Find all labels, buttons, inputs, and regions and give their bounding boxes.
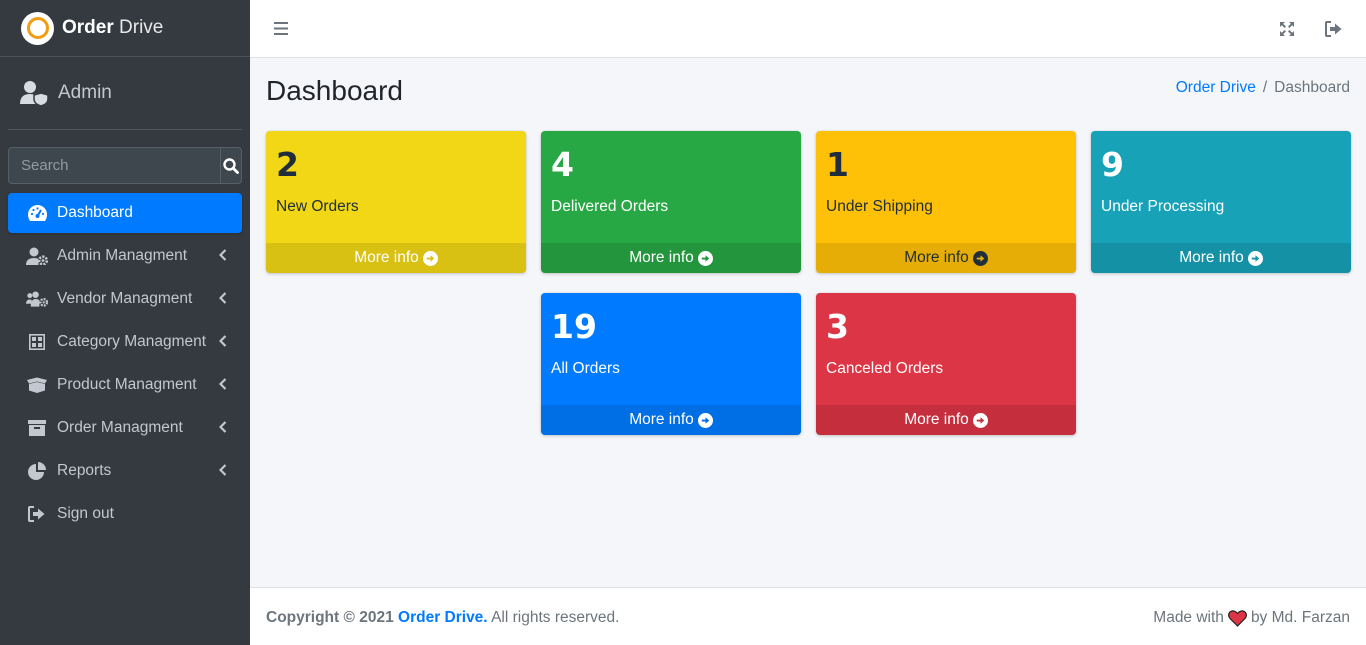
search-button[interactable] (220, 147, 242, 184)
brand-logo (21, 11, 54, 45)
sidebar-item-category-managment[interactable]: Category Managment (8, 322, 242, 362)
sidebar-item-label: Vendor Managment (57, 290, 193, 307)
more-info-link[interactable]: More info (541, 405, 801, 435)
sidebar-item-label: Dashboard (57, 204, 133, 221)
sign-out-icon (26, 504, 48, 524)
more-info-label: More info (904, 249, 969, 266)
breadcrumb-home-link[interactable]: Order Drive (1176, 79, 1256, 96)
sidebar-item-label: Category Managment (57, 333, 207, 350)
sidebar-item-reports[interactable]: Reports (8, 451, 242, 491)
more-info-link[interactable]: More info (816, 243, 1076, 273)
box-label: Delivered Orders (551, 198, 669, 215)
breadcrumb-current: Dashboard (1274, 79, 1350, 96)
box-label: New Orders (276, 198, 359, 215)
small-box-canceled-orders: 3 Canceled Orders More info (816, 293, 1076, 435)
rights-text: All rights reserved. (491, 609, 620, 626)
sidebar: Order Drive Admin Dashboard (0, 0, 250, 645)
small-box-delivered-orders: 4 Delivered Orders More info (541, 131, 801, 273)
sidebar-search (8, 147, 242, 184)
more-info-link[interactable]: More info (541, 243, 801, 273)
more-info-link[interactable]: More info (816, 405, 1076, 435)
users-cog-icon (26, 289, 48, 309)
box-label: Under Processing (1101, 198, 1225, 215)
sidebar-item-label: Admin Managment (57, 247, 188, 264)
brand-name: Order Drive (62, 17, 164, 38)
arrow-circle-right-icon (972, 250, 988, 266)
chart-pie-icon (26, 461, 48, 481)
arrow-circle-right-icon (1247, 250, 1263, 266)
made-with-text: Made with (1153, 609, 1224, 626)
footer-copyright: Copyright © 2021 Order Drive. All rights… (266, 609, 619, 627)
arrow-circle-right-icon (697, 250, 713, 266)
footer-brand-link[interactable]: Order Drive. (398, 609, 488, 626)
th-large-icon (26, 332, 48, 352)
sidebar-item-dashboard[interactable]: Dashboard (8, 193, 242, 233)
breadcrumb-separator: / (1262, 79, 1268, 96)
breadcrumb: Order Drive / Dashboard (1176, 79, 1350, 97)
chevron-left-icon (219, 378, 227, 390)
box-open-icon (26, 375, 48, 395)
footer-credit: Made with by Md. Farzan (1153, 609, 1350, 627)
arrow-circle-right-icon (972, 412, 988, 428)
sidebar-item-order-managment[interactable]: Order Managment (8, 408, 242, 448)
sidebar-item-product-managment[interactable]: Product Managment (8, 365, 242, 405)
small-box-under-processing: 9 Under Processing More info (1091, 131, 1351, 273)
author-text: by Md. Farzan (1250, 609, 1350, 626)
top-navbar (250, 0, 1366, 58)
box-count: 4 (551, 145, 574, 184)
brand-link[interactable]: Order Drive (0, 0, 250, 57)
chevron-left-icon (219, 464, 227, 476)
more-info-label: More info (354, 249, 419, 266)
more-info-link[interactable]: More info (1091, 243, 1351, 273)
footer: Copyright © 2021 Order Drive. All rights… (250, 587, 1366, 645)
heart-icon (1227, 609, 1247, 627)
user-panel[interactable]: Admin (8, 57, 242, 130)
arrow-circle-right-icon (697, 412, 713, 428)
box-label: All Orders (551, 360, 620, 377)
more-info-link[interactable]: More info (266, 243, 526, 273)
tachometer-icon (26, 203, 48, 223)
chevron-left-icon (219, 421, 227, 433)
sidebar-item-sign-out[interactable]: Sign out (8, 494, 242, 534)
box-label: Canceled Orders (826, 360, 944, 377)
fullscreen-icon[interactable] (1280, 22, 1294, 36)
logout-icon[interactable] (1325, 21, 1342, 37)
small-box-all-orders: 19 All Orders More info (541, 293, 801, 435)
box-count: 19 (551, 307, 597, 346)
small-box-under-shipping: 1 Under Shipping More info (816, 131, 1076, 273)
user-shield-icon (20, 81, 49, 106)
arrow-circle-right-icon (422, 250, 438, 266)
sidebar-item-label: Product Managment (57, 376, 197, 393)
box-label: Under Shipping (826, 198, 933, 215)
user-cog-icon (26, 246, 48, 266)
chevron-left-icon (219, 249, 227, 261)
search-input[interactable] (8, 147, 220, 184)
user-name: Admin (58, 82, 112, 103)
sidebar-nav: Dashboard Admin Managment Vendor Managme… (8, 193, 242, 534)
sidebar-item-label: Order Managment (57, 419, 183, 436)
menu-icon[interactable] (274, 22, 288, 35)
box-count: 3 (826, 307, 849, 346)
sidebar-item-label: Sign out (57, 505, 114, 522)
box-count: 1 (826, 145, 849, 184)
chevron-left-icon (219, 292, 227, 304)
more-info-label: More info (1179, 249, 1244, 266)
archive-icon (26, 418, 48, 438)
small-box-new-orders: 2 New Orders More info (266, 131, 526, 273)
more-info-label: More info (629, 249, 694, 266)
sidebar-item-vendor-managment[interactable]: Vendor Managment (8, 279, 242, 319)
sidebar-item-label: Reports (57, 462, 112, 479)
page-title: Dashboard (266, 75, 403, 106)
box-count: 2 (276, 145, 299, 184)
more-info-label: More info (629, 411, 694, 428)
box-count: 9 (1101, 145, 1124, 184)
chevron-left-icon (219, 335, 227, 347)
search-icon (223, 157, 239, 174)
more-info-label: More info (904, 411, 969, 428)
sidebar-item-admin-managment[interactable]: Admin Managment (8, 236, 242, 276)
copyright-text: Copyright © 2021 (266, 609, 394, 626)
